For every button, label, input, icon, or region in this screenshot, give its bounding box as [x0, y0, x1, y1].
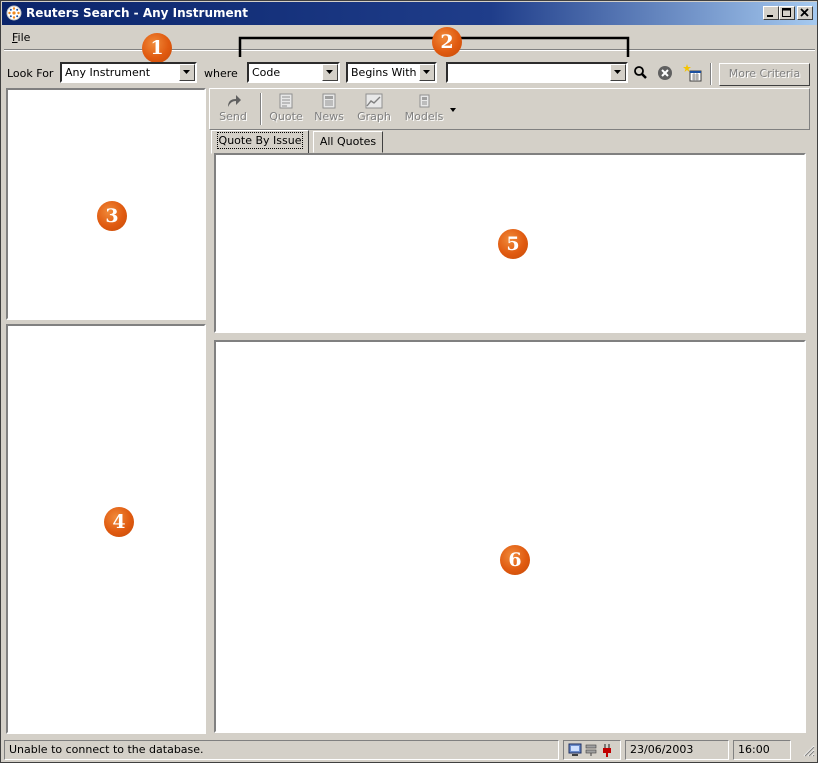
- graph-button[interactable]: Graph: [354, 91, 394, 129]
- clear-icon[interactable]: [656, 64, 674, 82]
- minimize-button[interactable]: [763, 6, 779, 20]
- callout-2: 2: [432, 27, 462, 57]
- look-for-label: Look For: [7, 67, 54, 80]
- resize-grip-icon[interactable]: [801, 743, 815, 760]
- results-panel-6[interactable]: [214, 340, 806, 733]
- field-value: Code: [252, 66, 281, 79]
- callout-5: 5: [498, 229, 528, 259]
- minimize-icon: [767, 15, 773, 17]
- news-icon: [322, 93, 336, 109]
- toolbar-separator: [260, 93, 262, 125]
- chevron-down-icon[interactable]: [322, 64, 338, 81]
- disconnected-plug-icon: [603, 744, 611, 757]
- quote-label: Quote: [269, 110, 303, 123]
- send-button[interactable]: Send: [213, 91, 253, 129]
- status-date: 23/06/2003: [625, 740, 729, 760]
- graph-icon: [365, 93, 383, 109]
- look-for-dropdown[interactable]: Any Instrument: [60, 62, 197, 83]
- chevron-down-icon[interactable]: [610, 64, 626, 81]
- look-for-value: Any Instrument: [65, 66, 151, 79]
- quote-button[interactable]: Quote: [266, 91, 306, 129]
- search-icon[interactable]: [632, 64, 650, 82]
- models-button[interactable]: Models: [401, 91, 447, 129]
- tab-all-quotes[interactable]: All Quotes: [313, 131, 383, 153]
- menu-file[interactable]: File: [12, 31, 30, 44]
- new-criteria-icon[interactable]: [683, 63, 702, 82]
- title-bar[interactable]: Reuters Search - Any Instrument: [2, 2, 817, 25]
- models-label: Models: [404, 110, 444, 123]
- window-title: Reuters Search - Any Instrument: [26, 6, 248, 20]
- toolbar-divider: [710, 63, 712, 85]
- quote-icon: [279, 93, 293, 109]
- tab-all-quotes-label: All Quotes: [319, 135, 377, 148]
- reuters-globe-icon: [6, 5, 22, 21]
- close-button[interactable]: [797, 6, 813, 20]
- callout-3: 3: [97, 201, 127, 231]
- search-value-combo[interactable]: [446, 62, 628, 83]
- operator-value: Begins With: [351, 66, 417, 79]
- toolbar-overflow-chevron-icon[interactable]: [450, 103, 457, 116]
- status-time: 16:00: [733, 740, 791, 760]
- field-dropdown[interactable]: Code: [247, 62, 340, 83]
- status-indicators: [563, 740, 621, 760]
- callout-1: 1: [142, 33, 172, 63]
- news-label: News: [314, 110, 344, 123]
- callout-4: 4: [104, 507, 134, 537]
- where-label: where: [204, 67, 238, 80]
- reuters-search-window: Reuters Search - Any Instrument File 1 2…: [0, 0, 818, 763]
- more-criteria-button[interactable]: More Criteria: [719, 63, 810, 86]
- models-icon: [419, 94, 430, 108]
- action-toolbar: Send Quote News Graph Models: [209, 88, 810, 130]
- server-link-icon: [585, 744, 597, 756]
- news-button[interactable]: News: [309, 91, 349, 129]
- status-message: Unable to connect to the database.: [4, 740, 559, 760]
- close-icon: [800, 8, 809, 17]
- tab-quote-by-issue[interactable]: Quote By Issue: [211, 130, 309, 154]
- tab-quote-by-issue-label: Quote By Issue: [216, 132, 304, 149]
- send-icon: [228, 95, 241, 107]
- chevron-down-icon[interactable]: [179, 64, 195, 81]
- maximize-icon: [782, 8, 791, 17]
- chevron-down-icon[interactable]: [419, 64, 435, 81]
- operator-dropdown[interactable]: Begins With: [346, 62, 437, 83]
- maximize-button[interactable]: [779, 6, 795, 20]
- connection-monitor-icon: [568, 743, 582, 756]
- send-label: Send: [219, 110, 247, 123]
- status-bar: Unable to connect to the database. 23/06…: [2, 738, 817, 762]
- callout-6: 6: [500, 545, 530, 575]
- graph-label: Graph: [357, 110, 391, 123]
